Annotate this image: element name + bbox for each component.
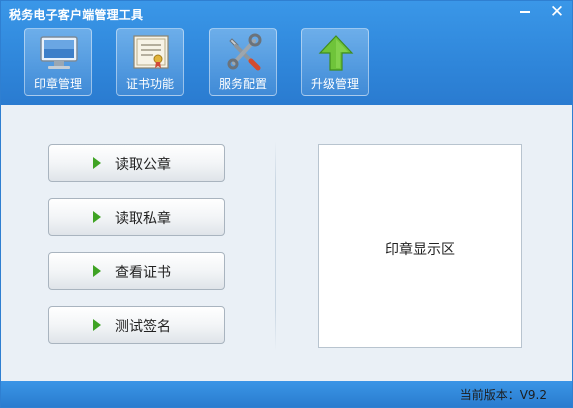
view-certificate-button[interactable]: 查看证书 (48, 252, 225, 290)
upgrade-arrow-icon (318, 35, 354, 71)
monitor-icon (40, 36, 78, 69)
play-arrow-icon (93, 265, 101, 277)
toolbar-seal-management[interactable]: 印章管理 (24, 28, 92, 96)
seal-display-label: 印章显示区 (385, 242, 455, 258)
window-title: 税务电子客户端管理工具 (9, 8, 144, 22)
play-arrow-icon (93, 211, 101, 223)
minimize-icon (520, 11, 530, 13)
button-label: 测试签名 (115, 319, 171, 335)
test-signature-button[interactable]: 测试签名 (48, 306, 225, 344)
play-arrow-icon (93, 157, 101, 169)
toolbar-upgrade[interactable]: 升级管理 (301, 28, 369, 96)
read-public-seal-button[interactable]: 读取公章 (48, 144, 225, 182)
version-text: 当前版本：V9.2 (459, 388, 547, 402)
app-window: 税务电子客户端管理工具 ✕ 印章管理 证书功能 服务配置 升级管理 读取公章 读… (0, 0, 573, 408)
tools-icon (227, 33, 262, 71)
minimize-button[interactable] (512, 2, 538, 24)
toolbar-label: 证书功能 (125, 77, 174, 91)
close-button[interactable]: ✕ (544, 2, 570, 24)
read-private-seal-button[interactable]: 读取私章 (48, 198, 225, 236)
header-bar: 税务电子客户端管理工具 ✕ 印章管理 证书功能 服务配置 升级管理 (1, 1, 572, 105)
seal-display-area: 印章显示区 (318, 144, 522, 348)
toolbar-service-config[interactable]: 服务配置 (209, 28, 277, 96)
status-bar: 当前版本：V9.2 (1, 381, 572, 407)
button-label: 查看证书 (115, 265, 171, 281)
toolbar-label: 升级管理 (310, 77, 359, 91)
vertical-divider (275, 141, 276, 351)
toolbar-label: 印章管理 (33, 77, 82, 91)
toolbar-label: 服务配置 (218, 77, 267, 91)
close-icon: ✕ (549, 2, 565, 22)
button-label: 读取公章 (115, 157, 171, 173)
certificate-icon (133, 35, 169, 69)
play-arrow-icon (93, 319, 101, 331)
toolbar-certificate[interactable]: 证书功能 (116, 28, 184, 96)
button-label: 读取私章 (115, 211, 171, 227)
